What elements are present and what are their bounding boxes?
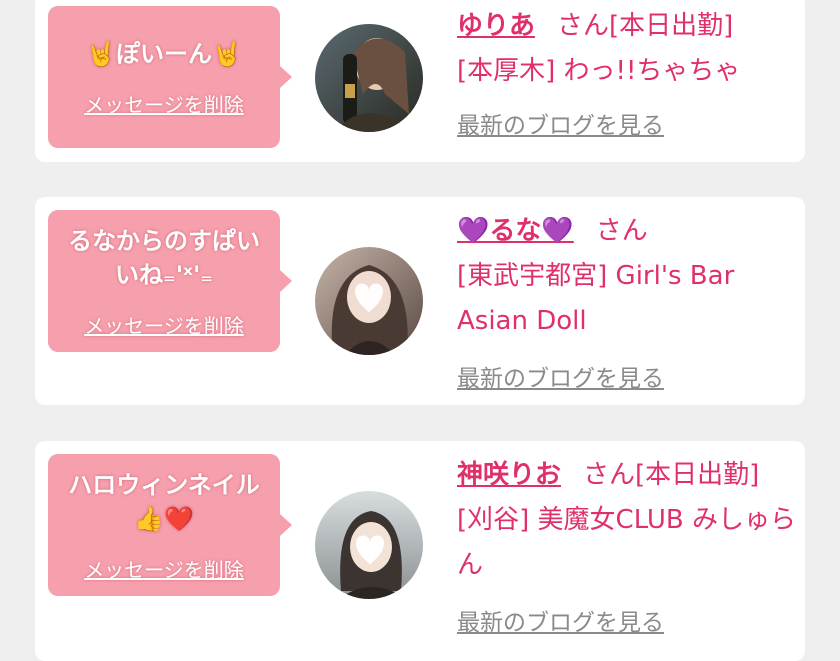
honorific: さん bbox=[595, 216, 648, 246]
latest-blog-link[interactable]: 最新のブログを見る bbox=[457, 603, 664, 637]
status-tag: [本日出勤] bbox=[635, 460, 760, 490]
girl-info: 💜るな💜 さん [東武宇都宮] Girl's Bar Asian Doll 最新の… bbox=[457, 209, 797, 392]
girl-info: ゆりあ さん[本日出勤] [本厚木] わっ!!ちゃちゃ 最新のブログを見る bbox=[457, 4, 797, 139]
girl-card: ハロウィンネイル👍❤️ メッセージを削除 神咲りお さん[本日出勤] [刈谷] 美… bbox=[35, 441, 805, 661]
name-line: ゆりあ さん[本日出勤] bbox=[457, 4, 797, 49]
message-bubble: るなからのすぱいいね₌'ˣ'₌ メッセージを削除 bbox=[48, 210, 292, 352]
message-bubble: ハロウィンネイル👍❤️ メッセージを削除 bbox=[48, 454, 292, 596]
avatar[interactable] bbox=[315, 24, 423, 132]
girl-card: 🤘ぽいーん🤘 メッセージを削除 ゆりあ さん[本日出勤] [本厚木] わっ!!ちゃ… bbox=[35, 0, 805, 162]
message-text: ハロウィンネイル👍❤️ bbox=[68, 470, 260, 533]
name-line: 💜るな💜 さん bbox=[457, 209, 797, 254]
honorific: さん bbox=[583, 460, 636, 490]
girl-info: 神咲りお さん[本日出勤] [刈谷] 美魔女CLUB みしゅらん 最新のブログを見… bbox=[457, 453, 797, 636]
avatar-photo bbox=[315, 491, 423, 599]
status-tag: [本日出勤] bbox=[609, 11, 734, 41]
delete-message-link[interactable]: メッセージを削除 bbox=[84, 89, 244, 118]
shop-text: [刈谷] 美魔女CLUB みしゅらん bbox=[457, 505, 797, 580]
message-text: るなからのすぱいいね₌'ˣ'₌ bbox=[68, 226, 260, 289]
avatar-photo bbox=[315, 247, 423, 355]
avatar-photo bbox=[315, 24, 423, 132]
latest-blog-link[interactable]: 最新のブログを見る bbox=[457, 106, 664, 140]
girl-name-link[interactable]: 神咲りお bbox=[457, 460, 561, 490]
avatar[interactable] bbox=[315, 491, 423, 599]
honorific: さん bbox=[557, 11, 610, 41]
girl-name-link[interactable]: 💜るな💜 bbox=[457, 216, 574, 246]
avatar[interactable] bbox=[315, 247, 423, 355]
shop-text: [東武宇都宮] Girl's Bar Asian Doll bbox=[457, 261, 735, 336]
girl-card: るなからのすぱいいね₌'ˣ'₌ メッセージを削除 💜るな💜 さん [東武宇都宮] … bbox=[35, 197, 805, 405]
latest-blog-link[interactable]: 最新のブログを見る bbox=[457, 359, 664, 393]
name-line: 神咲りお さん[本日出勤] bbox=[457, 453, 797, 498]
message-bubble: 🤘ぽいーん🤘 メッセージを削除 bbox=[48, 6, 292, 148]
delete-message-link[interactable]: メッセージを削除 bbox=[84, 310, 244, 339]
delete-message-link[interactable]: メッセージを削除 bbox=[84, 554, 244, 583]
message-text: 🤘ぽいーん🤘 bbox=[86, 39, 242, 68]
girl-name-link[interactable]: ゆりあ bbox=[457, 11, 535, 41]
shop-text: [本厚木] わっ!!ちゃちゃ bbox=[457, 56, 741, 86]
